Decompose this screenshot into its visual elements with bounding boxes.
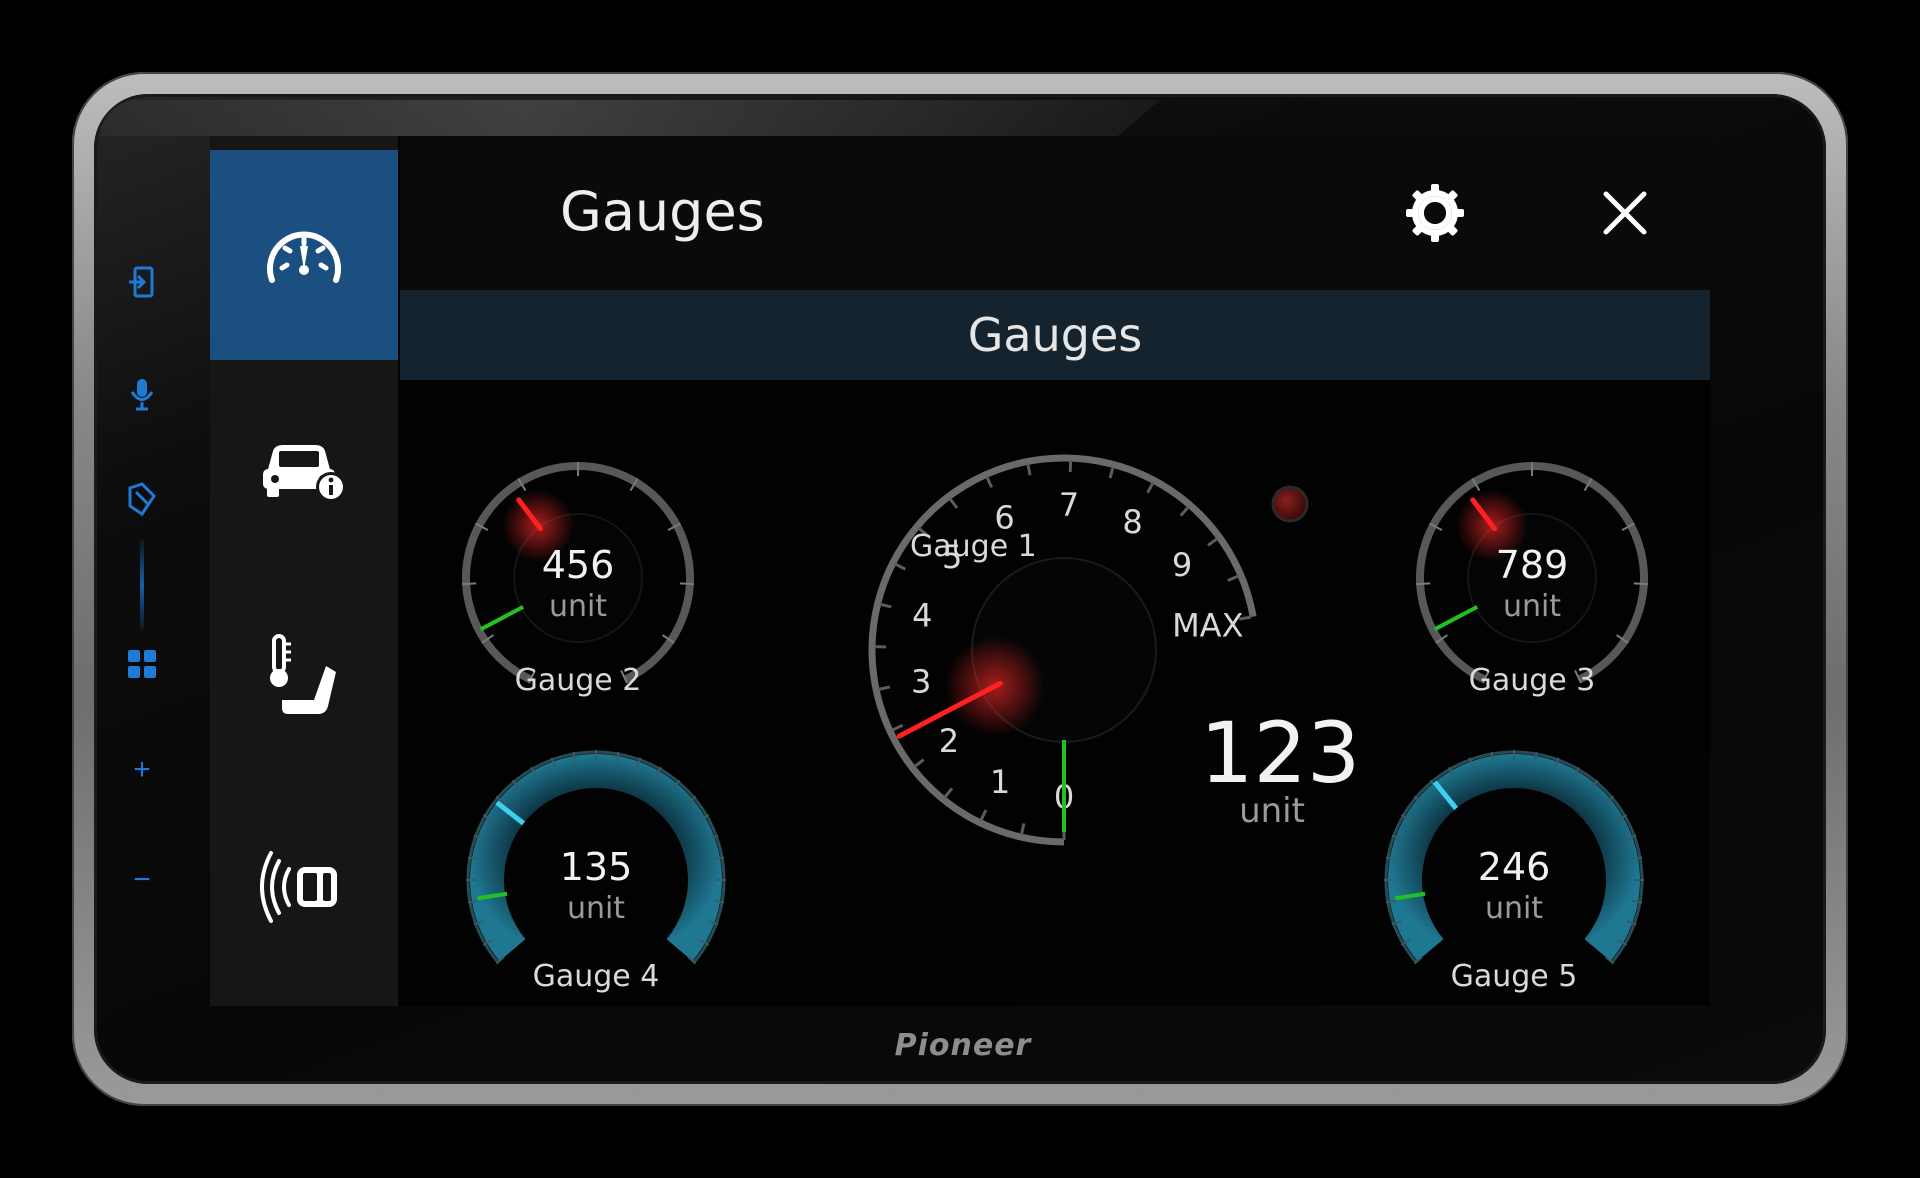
gauge-5-label: Gauge 5 [1451, 959, 1578, 994]
nav-item-vehicle-info[interactable] [210, 362, 398, 572]
gauge-2-tick [462, 582, 477, 586]
gauge-2-zero-marker [479, 605, 525, 632]
gauge-4-label: Gauge 4 [533, 959, 660, 994]
gauge-2-value: 456 [542, 543, 615, 587]
gauge-3-label: Gauge 3 [1469, 663, 1596, 698]
gauge-1-tick [1207, 537, 1219, 547]
gauge-1-tick [979, 809, 988, 822]
gauges-panel: 0123456789MAX Gauge 1 123 unit 456 unit [400, 380, 1710, 1006]
gauge-1-unit: unit [1239, 791, 1305, 831]
gauge-3-zero-marker [1433, 605, 1479, 632]
gauge-1-tick-label: 2 [939, 722, 959, 760]
gauge-1-tick [913, 758, 925, 769]
gauge-1-tick [879, 602, 892, 609]
gauge-1-tick [891, 723, 904, 732]
app-header: Gauges [400, 136, 1710, 290]
microphone-icon[interactable] [124, 376, 160, 412]
gauge-1-tick [894, 562, 907, 571]
gauge-2-tick [679, 582, 694, 586]
gauge-1-tick [1179, 505, 1190, 517]
gauge-1-tick [877, 685, 891, 691]
settings-button[interactable] [1400, 178, 1470, 248]
speedometer-icon [267, 231, 341, 283]
screen-glare [100, 100, 1160, 136]
gauge-1-tick [985, 475, 993, 488]
gauge-1-tick [943, 787, 954, 799]
gauge-2-unit: unit [549, 589, 607, 624]
gauge-1-tick-label: 9 [1172, 546, 1192, 584]
page-title: Gauges [560, 180, 765, 243]
gauge-5-value: 246 [1478, 845, 1551, 889]
gauge-5-unit: unit [1485, 891, 1543, 926]
gauge-5: 246 unit Gauge 5 [1384, 750, 1644, 994]
gauge-1-value: 123 [1200, 704, 1360, 802]
gear-icon [1406, 184, 1464, 242]
gauge-1-label: Gauge 1 [910, 529, 1037, 564]
gauge-3-tick [1416, 582, 1431, 586]
gauge-3-unit: unit [1503, 589, 1561, 624]
gauge-1-tick [1227, 574, 1240, 582]
parking-sensor-icon [260, 851, 337, 923]
side-nav [210, 136, 398, 1006]
gauge-1-tick-label: MAX [1172, 607, 1243, 645]
volume-up-button[interactable]: + [124, 752, 160, 788]
gauge-1-tick [948, 497, 959, 509]
gauge-1-tick-label: 1 [990, 763, 1010, 801]
section-title: Gauges [400, 290, 1710, 380]
source-input-icon[interactable] [124, 264, 160, 300]
home-grid-icon[interactable] [124, 646, 160, 682]
gauge-1-tick [1019, 823, 1026, 836]
gauge-4-value: 135 [560, 845, 633, 889]
seat-temperature-icon [270, 634, 336, 714]
gauge-1-tick-label: 8 [1122, 503, 1142, 541]
gauge-1-tick [1146, 481, 1155, 494]
car-info-icon [263, 445, 346, 502]
screen: Gauges Gauges 1 2 3 4 5 6 7 8 9 MAX Gaug… [210, 136, 1710, 1006]
nav-item-climate-seat[interactable] [210, 572, 398, 782]
brightness-slider[interactable] [140, 540, 144, 630]
display-mode-icon[interactable] [124, 482, 160, 518]
gauge-1-tick [1026, 463, 1032, 476]
gauge-2-label: Gauge 2 [515, 663, 642, 698]
gauge-2: 456 unit Gauge 2 [462, 462, 694, 698]
gauge-1-tick-label: 7 [1059, 486, 1079, 524]
gauge-1-tick [1108, 466, 1115, 479]
gauge-3-value: 789 [1496, 543, 1569, 587]
gauge-4-unit: unit [567, 891, 625, 926]
nav-item-gauges[interactable] [210, 150, 398, 360]
gauge-3-tick [1633, 582, 1648, 586]
gauges-canvas: 0123456789MAX Gauge 1 123 unit 456 unit [462, 454, 1648, 994]
gauge-4: 135 unit Gauge 4 [466, 750, 726, 994]
volume-down-button[interactable]: − [124, 862, 160, 898]
brand-logo: Pioneer [894, 1028, 1032, 1063]
close-button[interactable] [1590, 178, 1660, 248]
close-icon [1603, 191, 1647, 235]
gauge-3: 789 unit Gauge 3 [1416, 462, 1648, 698]
hardware-button-strip: + − [118, 250, 166, 910]
gauge-1: 0123456789MAX Gauge 1 123 unit [868, 454, 1360, 846]
gauge-1-tick-label: 3 [911, 662, 931, 700]
warning-indicator-light [1271, 485, 1309, 523]
gauge-1-tick-label: 4 [912, 597, 932, 635]
nav-item-parking-sensors[interactable] [210, 782, 398, 992]
